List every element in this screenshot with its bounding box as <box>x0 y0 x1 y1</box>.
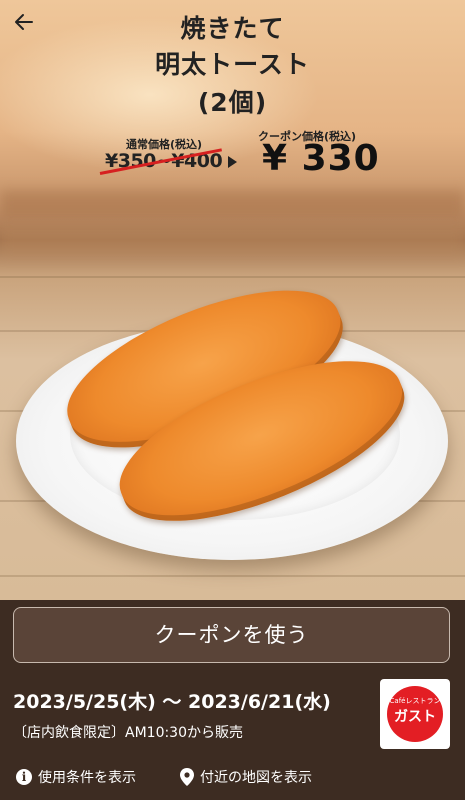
coupon-price: ¥ 330 <box>262 138 380 179</box>
info-icon: i <box>16 769 32 785</box>
table-plank-line <box>0 575 465 577</box>
product-title-line3: (2個) <box>197 88 268 117</box>
terms-link-label: 使用条件を表示 <box>38 770 136 786</box>
map-link[interactable]: 付近の地図を表示 <box>180 767 312 787</box>
arrow-right-icon <box>228 156 237 168</box>
brand-cafe-text: Caféレストラン <box>389 697 441 705</box>
product-title-line2: 明太トースト <box>155 50 310 79</box>
background-shelf <box>0 228 465 254</box>
table-plank-line <box>0 276 465 278</box>
map-link-label: 付近の地図を表示 <box>200 770 312 786</box>
product-title-line1: 焼きたて <box>180 14 285 43</box>
validity-period: 2023/5/25(木) 〜 2023/6/21(水) <box>13 691 331 713</box>
background-shelf <box>0 190 465 216</box>
location-pin-icon <box>180 768 194 786</box>
use-coupon-button[interactable]: クーポンを使う <box>13 607 450 663</box>
validity-note: 〔店内飲食限定〕AM10:30から販売 <box>13 725 244 741</box>
terms-link[interactable]: i 使用条件を表示 <box>16 767 136 787</box>
brand-name: ガスト <box>394 709 436 725</box>
